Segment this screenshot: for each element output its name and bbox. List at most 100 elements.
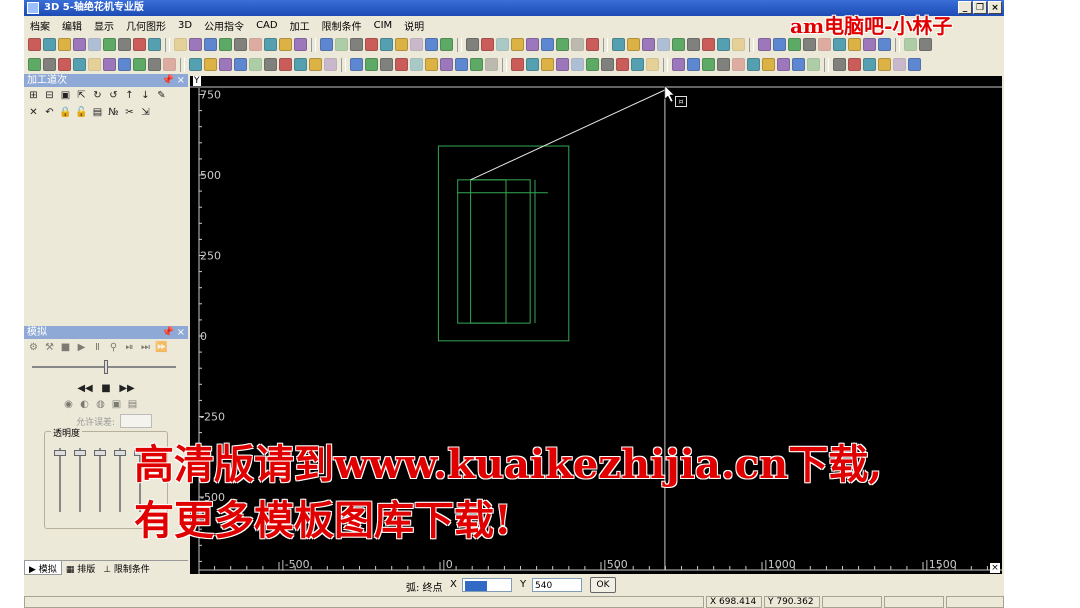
sim-tool-icon[interactable]	[526, 58, 539, 71]
scale-tool-icon[interactable]	[234, 58, 247, 71]
trim-tool-icon[interactable]	[249, 58, 262, 71]
front-tool-icon[interactable]	[103, 58, 116, 71]
pause-icon[interactable]: Ⅱ	[91, 341, 104, 354]
x-coordinate-input[interactable]	[462, 578, 512, 592]
chamfer-tool-icon[interactable]	[380, 38, 393, 51]
macro-tool-icon[interactable]	[455, 58, 468, 71]
collapse-icon[interactable]: ⊟	[43, 89, 56, 102]
join-tool-icon[interactable]	[350, 58, 363, 71]
nest-tool-icon[interactable]	[511, 58, 524, 71]
wire-tool-icon[interactable]	[58, 58, 71, 71]
point-tool-icon[interactable]	[189, 58, 202, 71]
print-tool-icon[interactable]	[758, 38, 771, 51]
menu-machining[interactable]: 加工	[284, 18, 316, 33]
tab-simulation[interactable]: ▶ 模拟	[24, 561, 62, 575]
play-icon[interactable]: ▶	[75, 341, 88, 354]
open-tool-icon[interactable]	[717, 38, 730, 51]
undo-icon[interactable]: ↶	[43, 106, 56, 119]
transparency-slider-3[interactable]	[94, 450, 106, 456]
unlock-icon[interactable]: 🔓	[75, 106, 88, 119]
print-icon[interactable]: ▤	[126, 398, 139, 411]
expand-icon[interactable]: ⊞	[27, 89, 40, 102]
transparency-slider-2[interactable]	[74, 450, 86, 456]
iso-tool-icon[interactable]	[73, 58, 86, 71]
mesh-tool-icon[interactable]	[249, 38, 262, 51]
menu-constraints[interactable]: 限制条件	[316, 18, 368, 33]
copy-tool-icon[interactable]	[687, 58, 700, 71]
layer-tool-icon[interactable]	[807, 58, 820, 71]
tool-tool-icon[interactable]	[556, 58, 569, 71]
step-next-icon[interactable]: ⏭	[139, 341, 152, 354]
end-tool-icon[interactable]	[601, 58, 614, 71]
rotate-tool-icon[interactable]	[863, 38, 876, 51]
step-icon[interactable]: ⏯	[123, 341, 136, 354]
extend-tool-icon[interactable]	[395, 38, 408, 51]
save-tool-icon[interactable]	[732, 38, 745, 51]
top-tool-icon[interactable]	[88, 58, 101, 71]
show-tool-icon[interactable]	[380, 58, 393, 71]
post-icon[interactable]: ⇲	[139, 106, 152, 119]
ext-tool-icon[interactable]	[672, 38, 685, 51]
fast-icon[interactable]: ⏩	[155, 341, 168, 354]
end-tool-icon[interactable]	[687, 38, 700, 51]
zoom-tool-icon[interactable]	[833, 38, 846, 51]
fillet-tool-icon[interactable]	[365, 38, 378, 51]
cut-tool-icon[interactable]	[717, 58, 730, 71]
export-icon[interactable]: ⇱	[75, 89, 88, 102]
info-tool-icon[interactable]	[410, 58, 423, 71]
open-tool-icon[interactable]	[631, 58, 644, 71]
grid-tool-icon[interactable]	[73, 38, 86, 51]
tab-constraints[interactable]: ⊥ 限制条件	[99, 561, 154, 575]
rotate-tool-icon[interactable]	[28, 38, 41, 51]
y-coordinate-input[interactable]: 540	[532, 578, 582, 592]
color-tool-icon[interactable]	[395, 58, 408, 71]
transparency-slider-1[interactable]	[54, 450, 66, 456]
side-tool-icon[interactable]	[204, 38, 217, 51]
mirror-tool-icon[interactable]	[204, 58, 217, 71]
measure-tool-icon[interactable]	[28, 58, 41, 71]
view-tool-icon[interactable]	[878, 38, 891, 51]
shade-tool-icon[interactable]	[118, 38, 131, 51]
lock-icon[interactable]: 🔒	[59, 106, 72, 119]
point-tool-icon[interactable]	[264, 38, 277, 51]
wire-tool-icon[interactable]	[893, 58, 906, 71]
layer-tool-icon[interactable]	[58, 38, 71, 51]
join-tool-icon[interactable]	[425, 38, 438, 51]
help-tool-icon[interactable]	[511, 38, 524, 51]
pan-tool-icon[interactable]	[848, 38, 861, 51]
settings-tool-icon[interactable]	[526, 38, 539, 51]
sim-tool-icon[interactable]	[612, 38, 625, 51]
nest-tool-icon[interactable]	[586, 38, 599, 51]
view-tool-icon[interactable]	[792, 58, 805, 71]
machining-panel-close-icon[interactable]: ×	[177, 74, 185, 87]
menu-cad[interactable]: CAD	[250, 20, 284, 31]
tool-tool-icon[interactable]	[642, 38, 655, 51]
surface-tool-icon[interactable]	[148, 58, 161, 71]
post-tool-icon[interactable]	[556, 38, 569, 51]
regen-icon[interactable]: ↻	[91, 89, 104, 102]
pin-icon[interactable]: 📌	[162, 74, 174, 87]
zoom-tool-icon[interactable]	[747, 58, 760, 71]
speed-slider[interactable]	[24, 356, 188, 382]
disk-icon[interactable]: ▣	[110, 398, 123, 411]
measure-tool-icon[interactable]	[103, 38, 116, 51]
chamfer-tool-icon[interactable]	[294, 58, 307, 71]
stop-icon[interactable]: ■	[59, 341, 72, 354]
solid-tool-icon[interactable]	[219, 38, 232, 51]
solid-tool-icon[interactable]	[133, 58, 146, 71]
copy-tool-icon[interactable]	[773, 38, 786, 51]
camera-icon[interactable]: ◉	[62, 398, 75, 411]
close-button[interactable]: ×	[988, 1, 1002, 14]
menu-file[interactable]: 档案	[24, 18, 56, 33]
mesh-tool-icon[interactable]	[163, 58, 176, 71]
numbered-icon[interactable]: №	[107, 106, 120, 119]
tab-nesting[interactable]: ▦ 排版	[62, 561, 99, 575]
menu-3d[interactable]: 3D	[172, 20, 198, 31]
grid-tool-icon[interactable]	[919, 38, 932, 51]
speed-slider-handle[interactable]	[104, 360, 108, 374]
info-tool-icon[interactable]	[496, 38, 509, 51]
menu-view[interactable]: 显示	[88, 18, 120, 33]
break-tool-icon[interactable]	[324, 58, 337, 71]
cim-tool-icon[interactable]	[571, 38, 584, 51]
shade-tool-icon[interactable]	[878, 58, 891, 71]
